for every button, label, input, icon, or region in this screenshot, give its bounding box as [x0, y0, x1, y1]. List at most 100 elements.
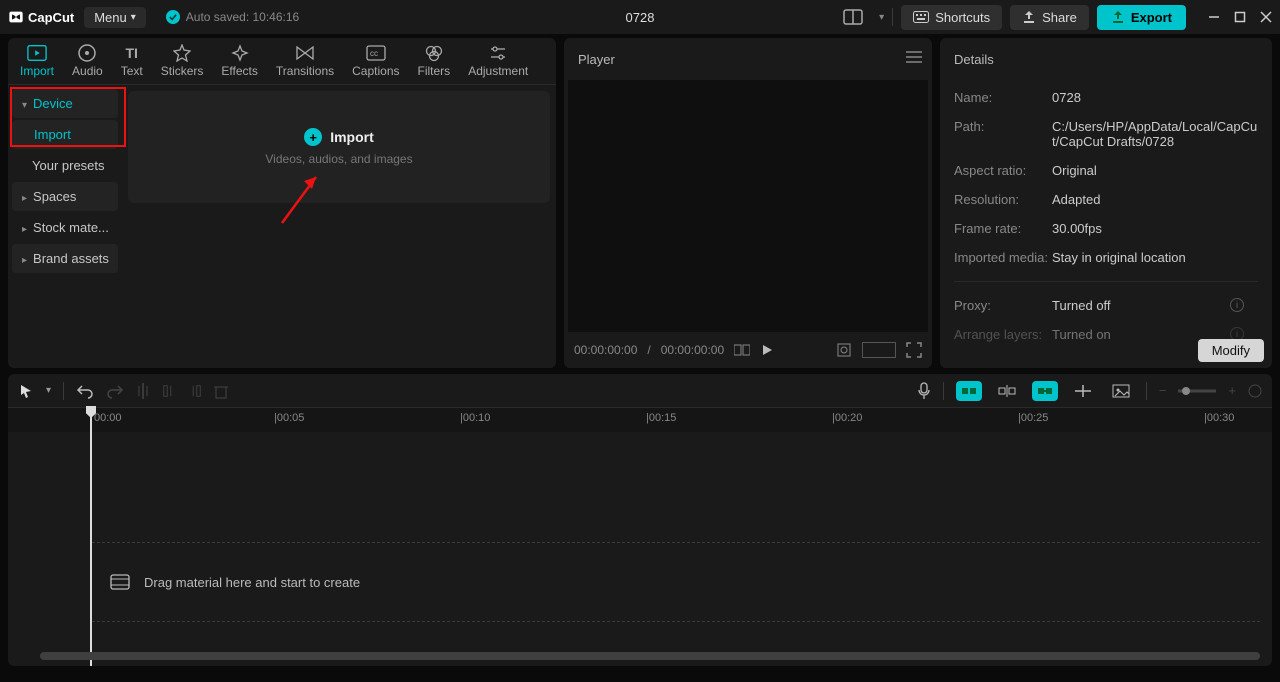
- detail-aspect: Original: [1052, 163, 1258, 178]
- fullscreen-icon[interactable]: [906, 342, 922, 358]
- detail-fps: 30.00fps: [1052, 221, 1258, 236]
- caret-right-icon: [22, 220, 27, 235]
- clip-icon: [110, 574, 130, 590]
- plus-icon: +: [304, 128, 322, 146]
- chevron-down-icon[interactable]: ▾: [879, 12, 884, 23]
- caret-right-icon: [22, 189, 27, 204]
- timeline-toolbar: ▾ − +: [8, 374, 1272, 408]
- timeline-ruler[interactable]: 00:00 |00:05 |00:10 |00:15 |00:20 |00:25…: [8, 408, 1272, 432]
- captions-icon: cc: [366, 44, 386, 62]
- check-icon: [166, 10, 180, 24]
- compare-icon[interactable]: [734, 343, 750, 357]
- detail-proxy: Turned off: [1052, 298, 1258, 313]
- audio-icon: [77, 44, 97, 62]
- filters-icon: [424, 44, 444, 62]
- timeline-drop-lane[interactable]: Drag material here and start to create: [92, 542, 1260, 622]
- category-device[interactable]: Device: [12, 89, 118, 118]
- app-logo: CapCut: [8, 9, 74, 25]
- layout-icon[interactable]: [835, 5, 871, 29]
- tab-filters[interactable]: Filters: [418, 44, 451, 82]
- caret-right-icon: [22, 251, 27, 266]
- media-panel: Import Audio TI Text Stickers Effects Tr…: [8, 38, 556, 368]
- trim-left-tool[interactable]: [162, 383, 176, 399]
- category-spaces[interactable]: Spaces: [12, 182, 118, 211]
- magnet-main-track[interactable]: [956, 381, 982, 401]
- player-viewport: [568, 80, 928, 332]
- tab-import[interactable]: Import: [20, 44, 54, 82]
- cover-button[interactable]: [1108, 381, 1134, 401]
- share-icon: [1022, 10, 1036, 24]
- transitions-icon: [295, 44, 315, 62]
- export-icon: [1111, 10, 1125, 24]
- linkage-toggle[interactable]: [1032, 381, 1058, 401]
- time-total: 00:00:00:00: [661, 343, 724, 357]
- redo-button[interactable]: [106, 383, 124, 399]
- zoom-in-icon[interactable]: +: [1228, 383, 1236, 398]
- play-button[interactable]: [760, 343, 774, 357]
- pointer-tool[interactable]: [18, 383, 34, 399]
- tab-adjustment[interactable]: Adjustment: [468, 44, 528, 82]
- import-icon: [27, 44, 47, 62]
- export-button[interactable]: Export: [1097, 5, 1186, 30]
- detail-resolution: Adapted: [1052, 192, 1258, 207]
- scrollbar-thumb[interactable]: [40, 652, 1260, 660]
- maximize-button[interactable]: [1234, 11, 1246, 23]
- trim-right-tool[interactable]: [188, 383, 202, 399]
- zoom-out-icon[interactable]: −: [1159, 383, 1167, 398]
- category-import[interactable]: Import: [12, 120, 118, 149]
- detail-name: 0728: [1052, 90, 1258, 105]
- auto-snap[interactable]: [994, 381, 1020, 401]
- shortcuts-button[interactable]: Shortcuts: [901, 5, 1002, 30]
- tab-audio[interactable]: Audio: [72, 44, 103, 82]
- close-button[interactable]: [1260, 11, 1272, 23]
- undo-button[interactable]: [76, 383, 94, 399]
- import-dropzone[interactable]: + Import Videos, audios, and images: [128, 91, 550, 203]
- tab-stickers[interactable]: Stickers: [161, 44, 204, 82]
- tab-text[interactable]: TI Text: [121, 44, 143, 82]
- detail-media: Stay in original location: [1052, 250, 1258, 265]
- category-presets[interactable]: Your presets: [12, 151, 118, 180]
- svg-text:cc: cc: [370, 49, 378, 58]
- tab-effects[interactable]: Effects: [221, 44, 257, 82]
- stickers-icon: [172, 44, 192, 62]
- menu-button[interactable]: Menu ▾: [84, 7, 146, 28]
- modify-button[interactable]: Modify: [1198, 339, 1264, 362]
- timeline-scrollbar[interactable]: [40, 652, 1260, 660]
- mic-icon[interactable]: [917, 382, 931, 400]
- adjustment-icon: [488, 44, 508, 62]
- autosave-status: Auto saved: 10:46:16: [166, 10, 299, 24]
- title-bar: CapCut Menu ▾ Auto saved: 10:46:16 0728 …: [0, 0, 1280, 34]
- preview-axis[interactable]: [1070, 381, 1096, 401]
- delete-tool[interactable]: [214, 383, 228, 399]
- keyboard-icon: [913, 11, 929, 23]
- tab-captions[interactable]: cc Captions: [352, 44, 399, 82]
- project-title: 0728: [626, 10, 655, 25]
- minimize-button[interactable]: [1208, 11, 1220, 23]
- player-controls: 00:00:00:00 / 00:00:00:00: [564, 332, 932, 368]
- chevron-down-icon[interactable]: ▾: [46, 385, 51, 396]
- category-brand[interactable]: Brand assets: [12, 244, 118, 273]
- timeline-panel: ▾ − + 00:00 |00:05 |00:10 |00:15 |00:20 …: [8, 374, 1272, 666]
- app-name: CapCut: [28, 10, 74, 25]
- chevron-down-icon: ▾: [131, 12, 136, 23]
- capcut-logo-icon: [8, 9, 24, 25]
- details-header: Details: [940, 38, 1272, 80]
- category-list: Device Import Your presets Spaces Stock …: [8, 85, 122, 368]
- split-tool[interactable]: [136, 383, 150, 399]
- playhead[interactable]: [90, 408, 92, 432]
- share-button[interactable]: Share: [1010, 5, 1089, 30]
- effects-icon: [230, 44, 250, 62]
- category-stock[interactable]: Stock mate...: [12, 213, 118, 242]
- player-header: Player: [564, 38, 932, 80]
- scale-icon[interactable]: [836, 342, 852, 358]
- timeline-body[interactable]: Drag material here and start to create: [8, 432, 1272, 666]
- detail-path: C:/Users/HP/AppData/Local/CapCut/CapCut …: [1052, 119, 1258, 149]
- time-current: 00:00:00:00: [574, 343, 637, 357]
- zoom-fit-icon[interactable]: [1248, 384, 1262, 398]
- tab-transitions[interactable]: Transitions: [276, 44, 334, 82]
- info-icon[interactable]: i: [1230, 298, 1244, 312]
- panel-menu-icon[interactable]: [906, 50, 922, 64]
- text-icon: TI: [122, 44, 142, 62]
- zoom-slider[interactable]: [1178, 387, 1216, 395]
- ratio-selector[interactable]: [862, 342, 896, 358]
